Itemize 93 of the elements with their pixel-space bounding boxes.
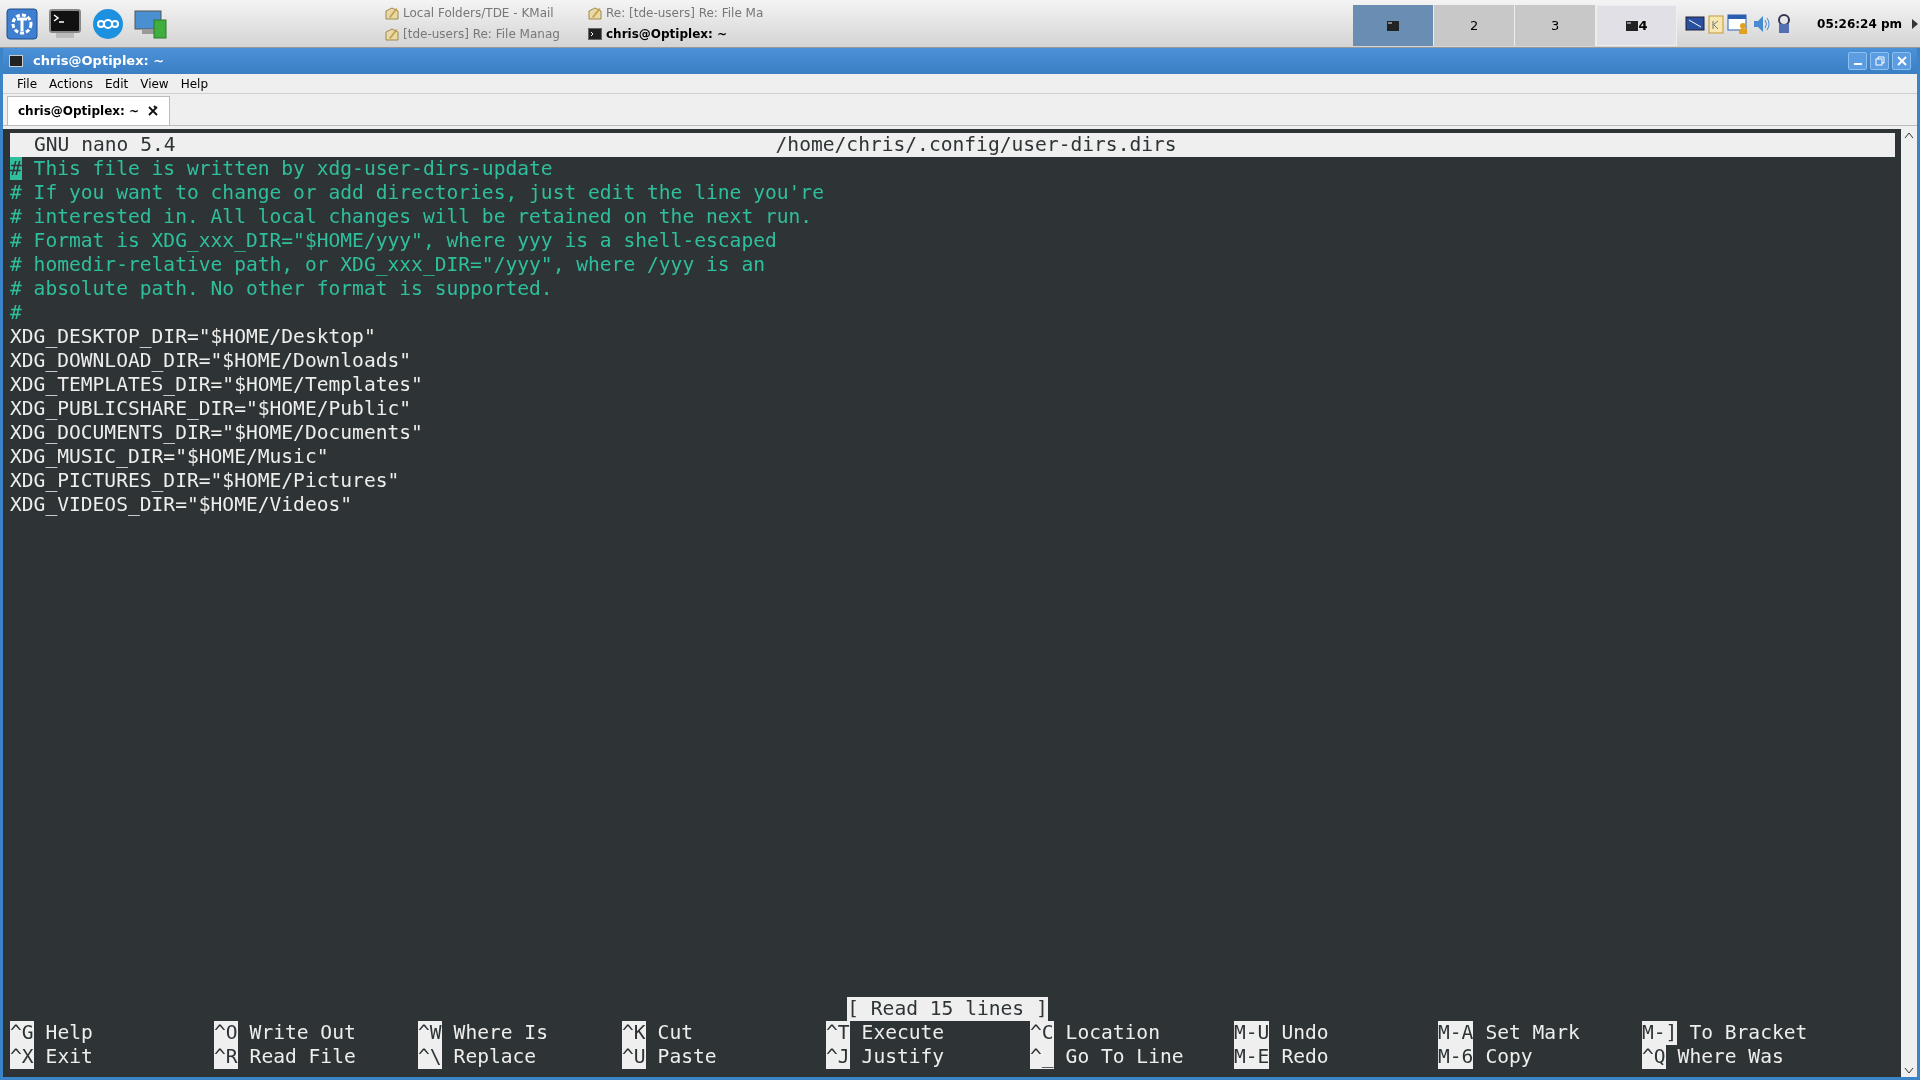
menu-item[interactable]: Help bbox=[174, 74, 215, 93]
comment-line: # If you want to change or add directories, just edit the line you're bbox=[10, 181, 825, 205]
code-line: XDG_DOWNLOAD_DIR="$HOME/Downloads" bbox=[10, 349, 413, 373]
menu-item[interactable]: File bbox=[11, 74, 44, 93]
code-line: XDG_MUSIC_DIR="$HOME/Music" bbox=[10, 445, 330, 469]
comment-line: # absolute path. No other format is supported. bbox=[10, 277, 554, 301]
taskbar-task[interactable]: chris@Optiplex: ~ bbox=[588, 25, 788, 43]
minimize-button[interactable] bbox=[1848, 52, 1867, 70]
shortcut-key: M-U bbox=[1234, 1021, 1270, 1045]
comment-line: # bbox=[10, 301, 23, 325]
menu-item[interactable]: Edit bbox=[98, 74, 135, 93]
arrow-up-icon[interactable] bbox=[1904, 131, 1914, 139]
shortcut-label: Paste bbox=[657, 1045, 717, 1069]
monitor-icon[interactable] bbox=[134, 7, 168, 40]
shortcut-key: M-] bbox=[1642, 1021, 1678, 1045]
shortcut-label: Redo bbox=[1281, 1045, 1329, 1069]
window-thumbnail-icon bbox=[1387, 20, 1400, 31]
shortcut-key: ^R bbox=[214, 1045, 238, 1069]
desktop-pager-button[interactable]: 3 bbox=[1515, 5, 1597, 46]
cloud-rings-icon[interactable] bbox=[92, 7, 124, 40]
code-line: XDG_DESKTOP_DIR="$HOME/Desktop" bbox=[10, 325, 377, 349]
shortcut-key: M-E bbox=[1234, 1045, 1270, 1069]
shortcut-label: Execute bbox=[861, 1021, 945, 1045]
envelope-pen-icon bbox=[588, 6, 602, 20]
shortcut-key: ^C bbox=[1030, 1021, 1054, 1045]
terminal-icon bbox=[588, 28, 602, 40]
shortcut-label: Go To Line bbox=[1065, 1045, 1184, 1069]
clock[interactable]: 05:26:24 pm bbox=[1817, 14, 1902, 33]
shortcut-key: M-A bbox=[1438, 1021, 1474, 1045]
minimize-icon bbox=[1852, 63, 1863, 65]
comment-line: # interested in. All local changes will be retained on the next run. bbox=[10, 205, 814, 229]
shortcut-label: Help bbox=[45, 1021, 93, 1045]
shortcut-label: Cut bbox=[657, 1021, 693, 1045]
close-icon[interactable] bbox=[147, 105, 160, 117]
shortcut-label: Write Out bbox=[249, 1021, 356, 1045]
restore-icon bbox=[1874, 56, 1885, 66]
code-line: XDG_PICTURES_DIR="$HOME/Pictures" bbox=[10, 469, 401, 493]
shortcut-label: Undo bbox=[1281, 1021, 1329, 1045]
shortcut-key: ^Q bbox=[1642, 1045, 1666, 1069]
scrollbar[interactable] bbox=[1901, 129, 1917, 1077]
shortcut-label: Exit bbox=[45, 1045, 93, 1069]
display-icon[interactable] bbox=[1685, 14, 1706, 33]
shortcut-label: Where Was bbox=[1677, 1045, 1784, 1069]
shortcut-key: ^X bbox=[10, 1045, 34, 1069]
code-line: XDG_PUBLICSHARE_DIR="$HOME/Public" bbox=[10, 397, 413, 421]
terminal-icon[interactable] bbox=[48, 7, 82, 40]
shortcut-label: Replace bbox=[453, 1045, 537, 1069]
comment-line: # Format is XDG_xxx_DIR="$HOME/yyy", where yyy is a shell-escaped bbox=[10, 229, 778, 253]
shortcut-label: Location bbox=[1065, 1021, 1160, 1045]
close-icon bbox=[1896, 56, 1907, 66]
close-button[interactable] bbox=[1892, 52, 1911, 70]
nano-version: GNU nano 5.4 bbox=[34, 133, 176, 157]
desktop-pager-button[interactable] bbox=[1353, 5, 1435, 46]
shortcut-label: Read File bbox=[249, 1045, 356, 1069]
status-message: [ Read 15 lines ] bbox=[847, 997, 1048, 1021]
shortcut-key: ^G bbox=[10, 1021, 34, 1045]
taskbar-task[interactable]: Re: [tde-users] Re: File Ma bbox=[588, 4, 788, 22]
clipboard-icon[interactable] bbox=[1708, 13, 1725, 34]
menu-item[interactable]: Actions bbox=[43, 74, 99, 93]
menu-item[interactable]: View bbox=[134, 74, 175, 93]
comment-line: # homedir-relative path, or XDG_xxx_DIR="/yyy", where /yyy is an bbox=[10, 253, 766, 277]
terminal-icon bbox=[9, 55, 23, 67]
shortcut-label: Where Is bbox=[453, 1021, 548, 1045]
window-title: chris@Optiplex: ~ bbox=[33, 52, 165, 71]
shortcut-key: ^K bbox=[622, 1021, 646, 1045]
shortcut-key: M-6 bbox=[1438, 1045, 1474, 1069]
desktop-pager-button[interactable]: 2 bbox=[1434, 5, 1516, 46]
shortcut-label: Set Mark bbox=[1485, 1021, 1580, 1045]
code-line: XDG_DOCUMENTS_DIR="$HOME/Documents" bbox=[10, 421, 424, 445]
desktop-pager-button[interactable]: 4 bbox=[1596, 5, 1678, 46]
shortcut-key: ^W bbox=[418, 1021, 442, 1045]
shortcut-label: Justify bbox=[861, 1045, 945, 1069]
shortcut-key: ^J bbox=[826, 1045, 850, 1069]
arrow-down-icon[interactable] bbox=[1904, 1067, 1914, 1075]
shortcut-key: ^_ bbox=[1030, 1045, 1054, 1069]
shortcut-key: ^O bbox=[214, 1021, 238, 1045]
shortcut-key: ^U bbox=[622, 1045, 646, 1069]
comment-line: # This file is written by xdg-user-dirs-update bbox=[10, 157, 554, 181]
gear-logo-icon[interactable] bbox=[6, 7, 38, 40]
envelope-pen-icon bbox=[385, 6, 399, 20]
calendar-user-icon[interactable] bbox=[1727, 13, 1750, 34]
code-line: XDG_VIDEOS_DIR="$HOME/Videos" bbox=[10, 493, 354, 517]
window-thumbnail-icon bbox=[1625, 20, 1638, 31]
shortcut-label: Copy bbox=[1485, 1045, 1533, 1069]
shortcut-key: ^\ bbox=[418, 1045, 442, 1069]
arrow-right-icon[interactable] bbox=[1912, 18, 1918, 29]
taskbar-task[interactable]: Local Folders/TDE - KMail bbox=[385, 4, 585, 22]
shortcut-label: To Bracket bbox=[1689, 1021, 1808, 1045]
file-path: /home/chris/.config/user-dirs.dirs bbox=[775, 133, 1177, 157]
terminal-tab[interactable]: chris@Optiplex: ~ bbox=[7, 96, 171, 125]
envelope-pen-icon bbox=[385, 27, 399, 41]
code-line: XDG_TEMPLATES_DIR="$HOME/Templates" bbox=[10, 373, 424, 397]
shortcut-key: ^T bbox=[826, 1021, 850, 1045]
